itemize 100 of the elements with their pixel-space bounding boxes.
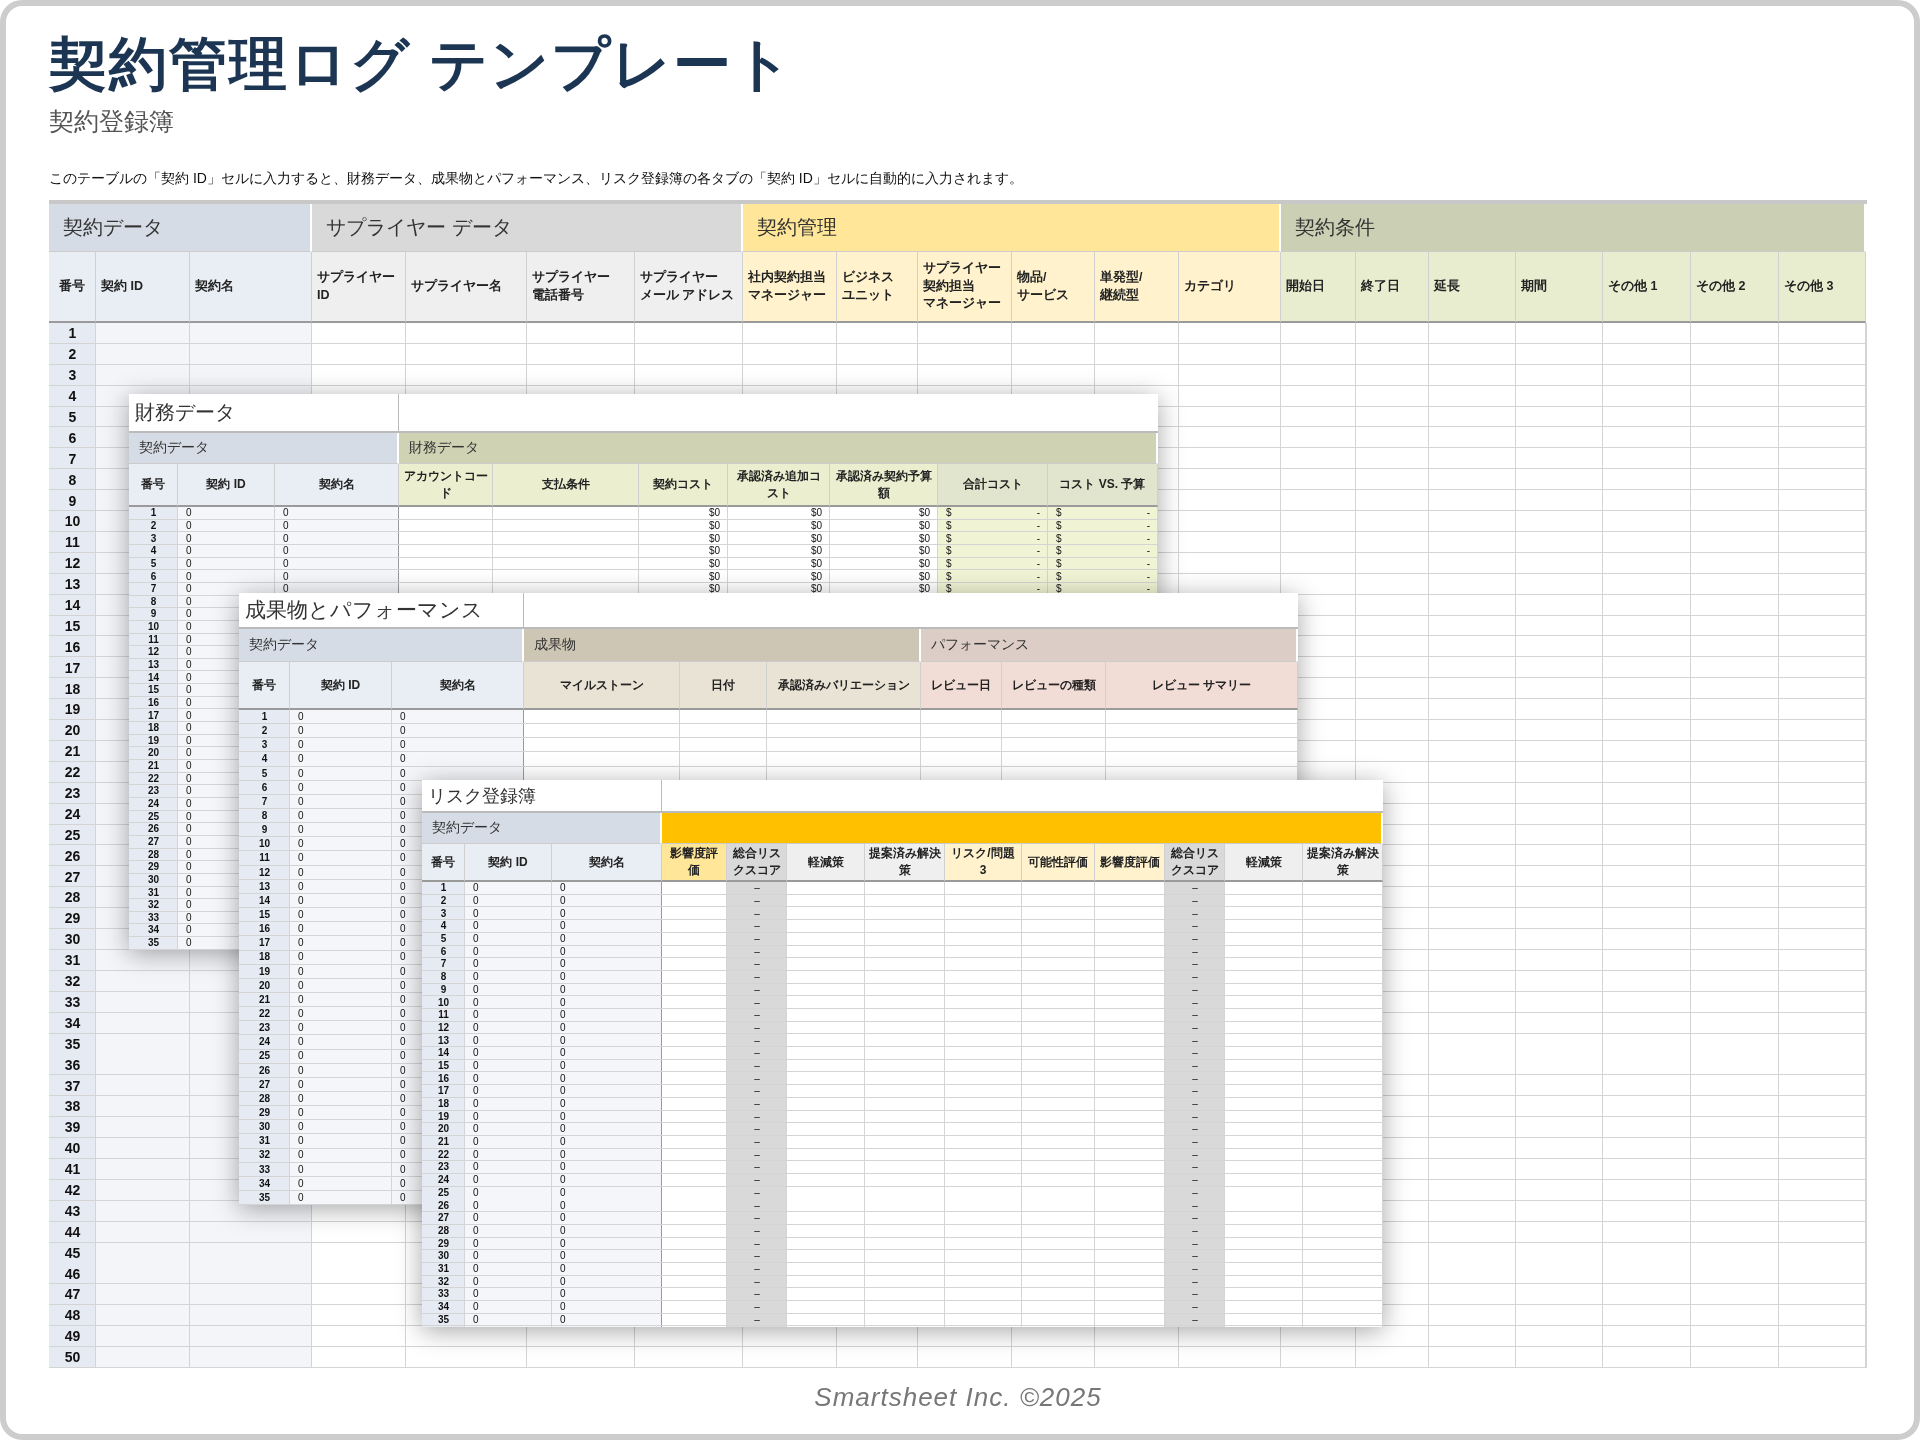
table-cell-text: 0 <box>399 738 407 753</box>
row-number: 7 <box>439 958 448 971</box>
table-cell-text: – <box>753 1186 761 1200</box>
table-cell-text: 0 <box>297 1134 305 1149</box>
table-cell-text: 0 <box>472 1148 480 1162</box>
table-cell-text: $0 <box>809 544 823 558</box>
table-cell-text: 0 <box>559 1021 567 1035</box>
table-cell-text: 0 <box>472 1249 480 1263</box>
table-cell-text: 0 <box>559 1262 567 1276</box>
column-header: 終了日 <box>1356 252 1429 323</box>
table-cell-text: 0 <box>399 1063 407 1078</box>
table-cell-text: 0 <box>399 1176 407 1191</box>
row-number: 26 <box>436 1199 451 1212</box>
row-number: 2 <box>260 724 269 739</box>
table-cell-text: – <box>1191 1224 1199 1238</box>
column-header: レビュー サマリー <box>1106 662 1298 710</box>
row-number: 17 <box>146 709 161 722</box>
row-number: 27 <box>63 867 82 887</box>
table-cell-text: – <box>753 1249 761 1263</box>
column-header: サプライヤー電話番号 <box>527 252 635 323</box>
row-number: 18 <box>63 679 82 699</box>
table-cell-text: 0 <box>472 1211 480 1225</box>
table-cell-text: 0 <box>472 958 480 971</box>
row-number: 6 <box>260 780 269 795</box>
column-header: レビューの種類 <box>1002 662 1106 710</box>
table-cell-text: 0 <box>559 996 567 1009</box>
table-cell-text: 0 <box>472 1173 480 1187</box>
table-cell-text: 0 <box>297 1176 305 1191</box>
row-number: 28 <box>436 1224 451 1238</box>
table-cell-text: – <box>753 983 761 997</box>
table-cell-text: $0 <box>917 507 931 520</box>
row-number: 48 <box>63 1306 82 1326</box>
column-header: 番号 <box>49 252 96 323</box>
group-header: 契約データ <box>49 204 312 252</box>
row-number: 18 <box>257 950 272 965</box>
row-number: 26 <box>146 823 161 836</box>
column-header: 番号 <box>422 844 465 882</box>
table-cell-text: – <box>753 1288 761 1301</box>
table-cell-text: – <box>1191 907 1199 921</box>
table-cell: - <box>1146 571 1150 582</box>
table-cell-text: 0 <box>472 1072 480 1085</box>
table-cell-text: 0 <box>297 922 305 937</box>
table-cell-text: 0 <box>472 1199 480 1212</box>
table-cell-text: 0 <box>399 908 407 923</box>
table-cell-text: 0 <box>297 794 305 809</box>
group-header: 契約データ <box>129 433 399 464</box>
row-number: 28 <box>63 888 82 908</box>
table-cell-text: 0 <box>399 1148 407 1163</box>
table-cell-text: 0 <box>559 1072 567 1085</box>
row-number: 10 <box>436 996 451 1009</box>
column-header: 番号 <box>239 662 290 710</box>
group-header: 契約データ <box>422 813 662 844</box>
table-cell: - <box>1036 533 1040 544</box>
row-number: 1 <box>149 507 158 520</box>
row-number: 3 <box>149 532 158 545</box>
table-cell-text: – <box>1191 970 1199 984</box>
table-cell: - <box>1146 508 1150 519</box>
table-cell-text: 0 <box>472 920 480 933</box>
column-header: その他 1 <box>1603 252 1691 323</box>
table-cell-text: 0 <box>472 894 480 908</box>
table-cell-text: $0 <box>917 532 931 545</box>
table-cell-text: 0 <box>399 978 407 993</box>
table-cell-text: 0 <box>185 936 193 950</box>
table-cell-text: 0 <box>297 851 305 866</box>
table-cell-text: 0 <box>399 893 407 908</box>
table-cell: - <box>1146 533 1150 544</box>
table-cell-text: 0 <box>559 907 567 921</box>
table-cell-text: 0 <box>297 1120 305 1135</box>
column-header: レビュー日 <box>921 662 1002 710</box>
column-header: 提案済み解決策 <box>865 844 945 882</box>
currency-sign: $ <box>1056 558 1062 569</box>
table-cell-text: 0 <box>472 907 480 921</box>
row-number: 32 <box>436 1275 451 1288</box>
table-cell-text: – <box>753 1275 761 1288</box>
table-cell-text: 0 <box>297 992 305 1007</box>
row-number: 20 <box>146 747 161 760</box>
group-header: 契約条件 <box>1281 204 1866 252</box>
table-cell-text: – <box>753 1224 761 1238</box>
column-header: 契約名 <box>190 252 312 323</box>
column-header: 承認済みバリエーション <box>767 662 921 710</box>
row-number: 27 <box>257 1077 272 1092</box>
instruction-text: このテーブルの「契約 ID」セルに入力すると、財務データ、成果物とパフォーマンス、リスク登録簿の各タブの「契約 ID」セルに自動的に入力されます。 <box>49 169 1024 187</box>
table-cell-text: 0 <box>472 1275 480 1288</box>
currency-sign: $ <box>1056 520 1062 531</box>
table-cell-text: 0 <box>472 1046 480 1060</box>
table-cell-text: – <box>753 1199 761 1212</box>
table-cell-text: 0 <box>399 1077 407 1092</box>
table-cell-text: 0 <box>185 595 193 609</box>
row-number: 16 <box>146 696 161 710</box>
row-number: 23 <box>436 1161 451 1174</box>
row-number: 11 <box>437 1008 450 1022</box>
table-cell-text: 0 <box>185 823 193 836</box>
table-cell-text: 0 <box>185 734 193 748</box>
table-cell-text: 0 <box>297 1162 305 1177</box>
row-number: 20 <box>63 721 82 741</box>
row-number: 27 <box>146 835 161 849</box>
table-cell-text: 0 <box>185 911 193 925</box>
table-cell-text: – <box>753 996 761 1009</box>
row-number: 21 <box>146 759 161 773</box>
table-cell-text: 0 <box>399 851 407 866</box>
